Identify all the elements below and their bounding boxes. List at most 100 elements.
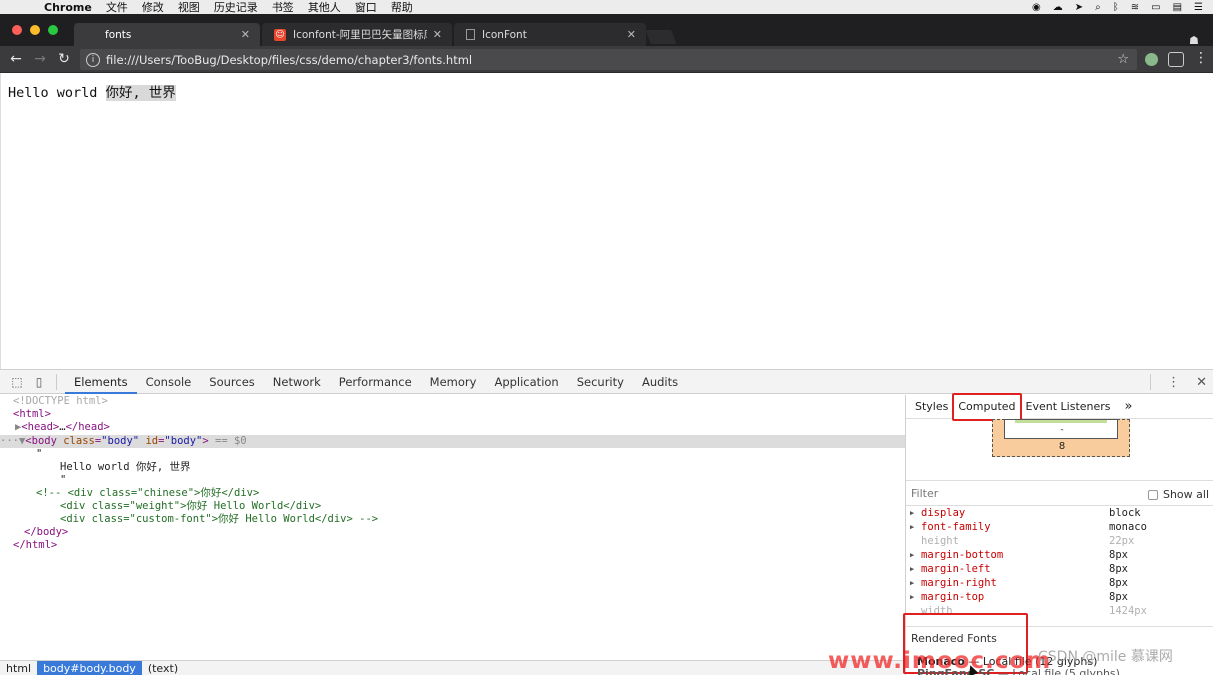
tab-styles[interactable]: Styles xyxy=(911,396,952,418)
info-icon[interactable]: i xyxy=(86,52,100,67)
breadcrumb-html[interactable]: html xyxy=(0,661,37,675)
cjk-text-highlighted: 你好, 世界 xyxy=(105,85,176,101)
expand-triangle-icon[interactable]: ▶ xyxy=(910,548,914,562)
expand-triangle-icon[interactable]: ▶ xyxy=(910,506,914,520)
close-devtools-icon[interactable]: ✕ xyxy=(1196,375,1207,390)
record-icon[interactable]: ◉ xyxy=(1032,2,1041,13)
tab-console[interactable]: Console xyxy=(137,370,201,394)
devtools-panel: ⬚ ▯ Elements Console Sources Network Per… xyxy=(0,369,1213,675)
computed-prop-row[interactable]: ▶ margin-bottom 8px xyxy=(906,548,1213,562)
incognito-icon[interactable]: ☗ xyxy=(1189,34,1203,47)
quote-text: " xyxy=(36,448,43,460)
show-all-checkbox[interactable] xyxy=(1147,489,1158,500)
tab-memory[interactable]: Memory xyxy=(421,370,486,394)
cloud-icon[interactable]: ☁ xyxy=(1053,2,1063,13)
tree-node-comment[interactable]: <div class="weight">你好 Hello World</div> xyxy=(60,500,965,513)
new-tab-button[interactable] xyxy=(645,30,677,44)
tab-audits[interactable]: Audits xyxy=(633,370,687,394)
browser-tab-strip: fonts ✕ ☺ Iconfont-阿里巴巴矢量图标库 ✕ IconFont … xyxy=(0,14,1213,47)
computed-prop-row[interactable]: ▶ margin-top 8px xyxy=(906,590,1213,604)
menu-edit[interactable]: 修改 xyxy=(142,0,164,15)
page-body-text: Hello world 你好, 世界 xyxy=(8,81,176,101)
battery-icon[interactable]: ▭ xyxy=(1151,2,1160,13)
tree-node-comment[interactable]: <!-- <div class="chinese">你好</div> xyxy=(36,487,941,500)
wifi-icon[interactable]: ≋ xyxy=(1131,2,1139,13)
menu-bookmarks[interactable]: 书签 xyxy=(272,0,294,15)
url-text[interactable]: file:///Users/TooBug/Desktop/files/css/d… xyxy=(106,53,1117,67)
quote-text: " xyxy=(60,474,67,486)
menu-history[interactable]: 历史记录 xyxy=(214,0,258,15)
close-tab-icon[interactable]: ✕ xyxy=(433,28,442,41)
tab-sources[interactable]: Sources xyxy=(200,370,264,394)
address-bar[interactable]: i file:///Users/TooBug/Desktop/files/css… xyxy=(80,49,1137,70)
minimize-window-button[interactable] xyxy=(30,25,40,35)
list-icon[interactable]: ☰ xyxy=(1194,2,1203,13)
tab-iconfont-alibaba[interactable]: ☺ Iconfont-阿里巴巴矢量图标库 ✕ xyxy=(262,23,452,46)
computed-prop-row[interactable]: ▶ display block xyxy=(906,506,1213,520)
menu-app-chrome[interactable]: Chrome xyxy=(44,1,92,14)
tree-node-body-selected[interactable]: ···▼<body class="body" id="body"> == $0 xyxy=(0,435,905,448)
show-all-toggle[interactable]: Show all xyxy=(1147,488,1209,501)
devtools-menu-icon[interactable]: ⋮ xyxy=(1167,375,1180,390)
tree-node-comment[interactable]: <div class="custom-font">你好 Hello World<… xyxy=(60,513,965,526)
bookmark-star-icon[interactable]: ☆ xyxy=(1117,52,1129,67)
extension-icon[interactable] xyxy=(1145,53,1158,66)
inspect-element-icon[interactable]: ⬚ xyxy=(8,375,26,389)
tab-computed[interactable]: Computed xyxy=(952,392,1022,421)
latin-text: Hello world xyxy=(8,85,106,101)
more-menu-icon[interactable]: ⋮ xyxy=(1194,50,1208,66)
tree-node-text-quote[interactable]: " xyxy=(36,448,941,461)
tree-node-text-quote[interactable]: " xyxy=(60,474,965,487)
send-icon[interactable]: ➤ xyxy=(1075,2,1083,13)
breadcrumb-text[interactable]: (text) xyxy=(142,661,184,675)
expand-triangle-icon[interactable]: ▶ xyxy=(910,520,914,534)
back-arrow-icon[interactable]: ← xyxy=(4,51,28,67)
computed-prop-row[interactable]: ▶ margin-left 8px xyxy=(906,562,1213,576)
tab-elements[interactable]: Elements xyxy=(65,370,137,394)
menu-file[interactable]: 文件 xyxy=(106,0,128,15)
rendered-fonts-title: Rendered Fonts xyxy=(911,632,997,645)
tab-event-listeners[interactable]: Event Listeners xyxy=(1022,396,1115,418)
tab-iconfont[interactable]: IconFont ✕ xyxy=(454,23,646,46)
filter-input[interactable]: Filter xyxy=(911,487,938,500)
device-toolbar-icon[interactable]: ▯ xyxy=(30,375,48,389)
menu-window[interactable]: 窗口 xyxy=(355,0,377,15)
close-window-button[interactable] xyxy=(12,25,22,35)
tree-node-html[interactable]: <html> xyxy=(13,408,918,421)
menu-view[interactable]: 视图 xyxy=(178,0,200,15)
computed-prop-row[interactable]: height 22px xyxy=(906,534,1213,548)
computed-prop-row[interactable]: ▶ font-family monaco xyxy=(906,520,1213,534)
tree-node-doctype[interactable]: <!DOCTYPE html> xyxy=(13,395,918,408)
forward-arrow-icon[interactable]: → xyxy=(28,51,52,67)
expand-triangle-icon[interactable]: ▶ xyxy=(910,590,914,604)
bluetooth-icon[interactable]: ᛒ xyxy=(1113,2,1119,13)
close-tab-icon[interactable]: ✕ xyxy=(627,28,636,41)
box-model-border: - xyxy=(1004,419,1118,439)
menu-help[interactable]: 帮助 xyxy=(391,0,413,15)
search-icon[interactable]: ⌕ xyxy=(1095,2,1101,13)
flag-icon[interactable]: ▤ xyxy=(1173,2,1182,13)
tab-performance[interactable]: Performance xyxy=(330,370,421,394)
close-tab-icon[interactable]: ✕ xyxy=(241,28,250,41)
zoom-window-button[interactable] xyxy=(48,25,58,35)
tab-security[interactable]: Security xyxy=(568,370,633,394)
attr-name: id xyxy=(145,435,159,447)
menu-people[interactable]: 其他人 xyxy=(308,0,341,15)
watermark: www.imooc.com xyxy=(828,648,1052,674)
cast-icon[interactable] xyxy=(1168,52,1184,67)
status-tray: ◉ ☁ ➤ ⌕ ᛒ ≋ ▭ ▤ ☰ xyxy=(1032,0,1203,14)
computed-prop-row[interactable]: ▶ margin-right 8px xyxy=(906,576,1213,590)
more-tabs-icon[interactable]: » xyxy=(1121,396,1137,418)
tab-fonts[interactable]: fonts ✕ xyxy=(74,23,260,46)
tree-node-head[interactable]: ▶<head>…</head> xyxy=(15,421,920,434)
expand-triangle-icon[interactable]: ▶ xyxy=(910,576,914,590)
tree-node-body-close[interactable]: </body> xyxy=(24,526,929,539)
reload-icon[interactable]: ↻ xyxy=(52,51,76,67)
more-dots-icon[interactable]: ··· xyxy=(0,435,19,447)
tree-node-html-close[interactable]: </html> xyxy=(13,539,918,552)
expand-triangle-icon[interactable]: ▶ xyxy=(910,562,914,576)
tab-network[interactable]: Network xyxy=(264,370,330,394)
tab-application[interactable]: Application xyxy=(485,370,567,394)
breadcrumb-body[interactable]: body#body.body xyxy=(37,660,142,675)
tree-node-text[interactable]: Hello world 你好, 世界 xyxy=(60,461,965,474)
